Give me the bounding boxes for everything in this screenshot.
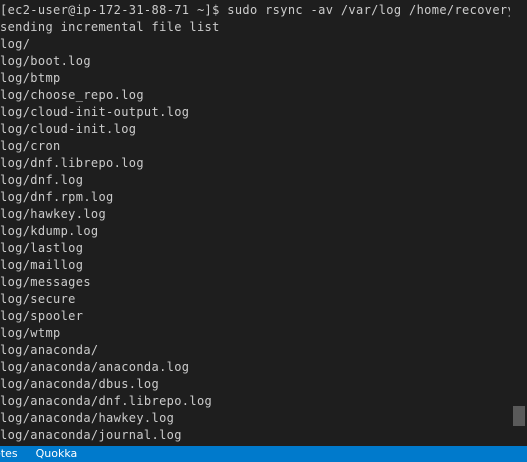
terminal-line: log/cloud-init.log	[0, 122, 137, 136]
terminal-line: log/anaconda/dbus.log	[0, 377, 160, 391]
status-bar: etes Quokka	[0, 446, 527, 462]
terminal-scrollbar[interactable]	[513, 0, 527, 446]
terminal-line: log/boot.log	[0, 54, 91, 68]
terminal-line: log/wtmp	[0, 326, 61, 340]
status-item-quokka[interactable]: Quokka	[36, 446, 78, 462]
terminal-line: log/dnf.rpm.log	[0, 190, 114, 204]
terminal-line: log/lastlog	[0, 241, 84, 255]
terminal-line: log/anaconda/	[0, 343, 99, 357]
terminal-line: log/spooler	[0, 309, 84, 323]
terminal-line: log/kdump.log	[0, 224, 99, 238]
terminal-line: log/cron	[0, 139, 61, 153]
scrollbar-thumb[interactable]	[513, 406, 525, 426]
terminal-line: log/anaconda/hawkey.log	[0, 411, 175, 425]
terminal-line: log/maillog	[0, 258, 84, 272]
terminal-line: log/choose_repo.log	[0, 88, 144, 102]
terminal-output: [ec2-user@ip-172-31-88-71 ~]$ sudo rsync…	[0, 2, 510, 444]
terminal-line: log/anaconda/anaconda.log	[0, 360, 190, 374]
terminal-line-prompt: [ec2-user@ip-172-31-88-71 ~]$ sudo rsync…	[0, 3, 510, 17]
terminal-line: sending incremental file list	[0, 20, 220, 34]
terminal-line: log/anaconda/dnf.librepo.log	[0, 394, 213, 408]
terminal-panel[interactable]: [ec2-user@ip-172-31-88-71 ~]$ sudo rsync…	[0, 0, 527, 446]
terminal-line: log/hawkey.log	[0, 207, 107, 221]
terminal-line: log/cloud-init-output.log	[0, 105, 190, 119]
status-item-kubernetes[interactable]: etes	[0, 446, 18, 462]
terminal-line: log/dnf.log	[0, 173, 84, 187]
terminal-line: log/dnf.librepo.log	[0, 156, 144, 170]
terminal-line: log/	[0, 37, 31, 51]
terminal-line: log/btmp	[0, 71, 61, 85]
terminal-line: log/messages	[0, 275, 91, 289]
terminal-line: log/anaconda/journal.log	[0, 428, 182, 442]
terminal-line: log/secure	[0, 292, 76, 306]
